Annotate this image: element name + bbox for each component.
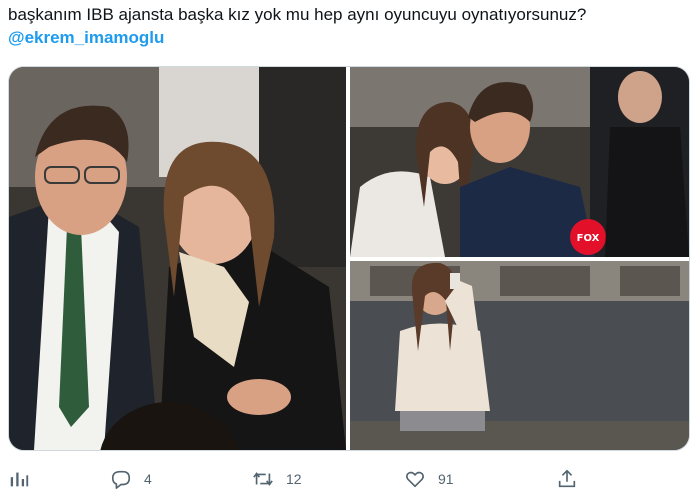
reply-button[interactable]: 4	[110, 462, 152, 496]
reply-count: 4	[144, 471, 152, 487]
retweet-button[interactable]: 12	[252, 462, 302, 496]
photo-1-image	[9, 67, 346, 450]
share-button[interactable]	[556, 462, 578, 496]
like-icon	[406, 471, 424, 488]
photo-3-image	[350, 261, 689, 450]
like-count: 91	[438, 471, 454, 487]
tweet-text: başkanım IBB ajansta başka kız yok mu he…	[8, 5, 587, 24]
media-grid: FOX	[8, 66, 690, 451]
share-icon	[558, 469, 576, 488]
analytics-icon	[10, 472, 29, 487]
like-button[interactable]: 91	[404, 462, 454, 496]
photo-2-image: FOX	[350, 67, 689, 257]
retweet-count: 12	[286, 471, 302, 487]
retweet-icon	[253, 472, 273, 486]
photo-1[interactable]	[9, 67, 346, 450]
mic-label: FOX	[577, 233, 600, 244]
mention-link[interactable]: @ekrem_imamoglu	[8, 27, 164, 49]
reply-icon	[111, 470, 131, 489]
photo-3[interactable]	[350, 261, 689, 450]
photo-2[interactable]: FOX	[350, 67, 689, 257]
analytics-button[interactable]	[8, 462, 30, 496]
tweet-actions: 4 12 91	[0, 462, 700, 496]
